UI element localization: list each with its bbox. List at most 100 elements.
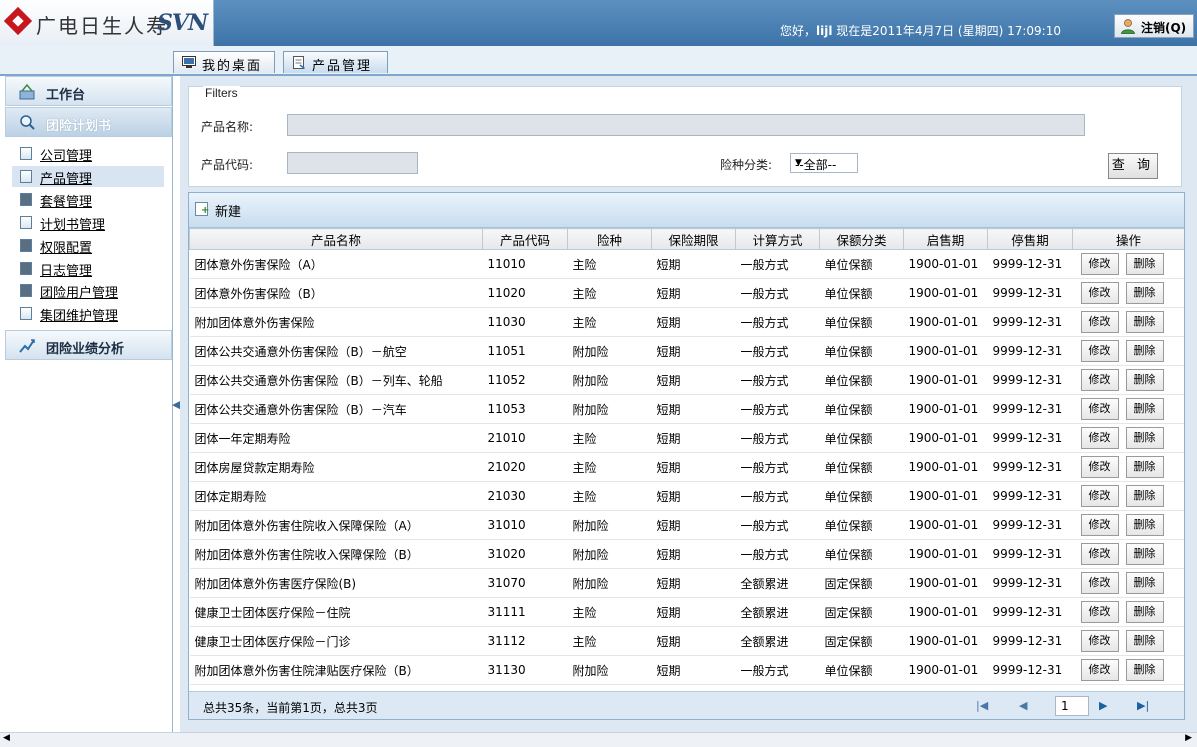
sidebar-section-performance[interactable]: 团险业绩分析: [5, 330, 172, 360]
actions-cell: 修改 删除: [1072, 481, 1184, 511]
edit-button[interactable]: 修改: [1080, 659, 1119, 681]
delete-button[interactable]: 删除: [1125, 601, 1164, 623]
horizontal-scrollbar[interactable]: ◀ ▶: [0, 732, 1197, 747]
actions-cell: 修改 删除: [1072, 336, 1184, 366]
delete-button[interactable]: 删除: [1125, 659, 1164, 681]
table-cell: 1900-01-01: [903, 626, 988, 656]
edit-button[interactable]: 修改: [1080, 543, 1119, 565]
table-cell: 单位保额: [819, 481, 904, 511]
edit-button[interactable]: 修改: [1080, 456, 1119, 478]
last-page-icon[interactable]: ▶|: [1137, 699, 1149, 712]
edit-button[interactable]: 修改: [1080, 601, 1119, 623]
filters-panel: Filters 产品名称: 产品代码: 险种分类: --全部-- ▼ 查 询: [188, 86, 1182, 187]
greeting: 您好，lijl 现在是2011年4月7日 (星期四) 17:09:10: [780, 22, 1061, 39]
table-cell: 1900-01-01: [903, 655, 988, 685]
table-cell: 主险: [567, 481, 652, 511]
table-cell: 单位保额: [819, 394, 904, 424]
edit-button[interactable]: 修改: [1080, 311, 1119, 333]
delete-button[interactable]: 删除: [1125, 398, 1164, 420]
product-name-input[interactable]: [287, 114, 1085, 136]
page-number-input[interactable]: 1: [1055, 696, 1089, 716]
next-page-icon[interactable]: ▶: [1099, 699, 1107, 712]
table-cell: 9999-12-31: [987, 365, 1073, 395]
sidebar-item-group-maintenance[interactable]: 集团维护管理: [12, 303, 164, 324]
sidebar-item-company[interactable]: 公司管理: [12, 143, 164, 164]
edit-button[interactable]: 修改: [1080, 630, 1119, 652]
table-cell: 团体公共交通意外伤害保险（B）－航空: [189, 336, 483, 366]
actions-cell: 修改 删除: [1072, 423, 1184, 453]
delete-button[interactable]: 删除: [1125, 253, 1164, 275]
table-cell: 1900-01-01: [903, 568, 988, 598]
sidebar-item-product[interactable]: 产品管理: [12, 166, 164, 187]
category-select[interactable]: --全部-- ▼: [790, 153, 858, 173]
edit-button[interactable]: 修改: [1080, 398, 1119, 420]
delete-button[interactable]: 删除: [1125, 427, 1164, 449]
table-row: 团体公共交通意外伤害保险（B）－列车、轮船 11052 附加险 短期 一般方式 单位保额 1…: [189, 365, 1184, 395]
edit-button[interactable]: 修改: [1080, 485, 1119, 507]
sidebar-section-workbench[interactable]: 工作台: [5, 76, 172, 106]
delete-button[interactable]: 删除: [1125, 572, 1164, 594]
scroll-left-icon[interactable]: ◀: [3, 733, 10, 743]
table-cell: 一般方式: [735, 336, 820, 366]
table-cell: 单位保额: [819, 452, 904, 482]
table-cell: 固定保额: [819, 597, 904, 627]
sidebar-item-logs[interactable]: 日志管理: [12, 258, 164, 279]
edit-button[interactable]: 修改: [1080, 282, 1119, 304]
table-cell: 一般方式: [735, 365, 820, 395]
edit-button[interactable]: 修改: [1080, 427, 1119, 449]
sidebar-item-permissions[interactable]: 权限配置: [12, 235, 164, 256]
actions-cell: 修改 删除: [1072, 278, 1184, 308]
tab-product-management[interactable]: 产品管理: [283, 51, 388, 74]
chevron-down-icon: ▼: [795, 158, 802, 168]
table-cell: 固定保额: [819, 568, 904, 598]
datetime-text: 现在是2011年4月7日 (星期四) 17:09:10: [832, 24, 1061, 38]
edit-button[interactable]: 修改: [1080, 340, 1119, 362]
sidebar-item-plan-management[interactable]: 计划书管理: [12, 212, 164, 233]
menu-item-label: 产品管理: [40, 172, 93, 187]
delete-button[interactable]: 删除: [1125, 456, 1164, 478]
edit-button[interactable]: 修改: [1080, 253, 1119, 275]
table-cell: 11052: [482, 365, 568, 395]
table-cell: 9999-12-31: [987, 336, 1073, 366]
table-cell: 11051: [482, 336, 568, 366]
table-cell: 附加险: [567, 394, 652, 424]
sidebar-item-group-users[interactable]: 团险用户管理: [12, 280, 164, 301]
edit-button[interactable]: 修改: [1080, 572, 1119, 594]
actions-cell: 修改 删除: [1072, 452, 1184, 482]
collapse-sidebar-icon[interactable]: ◀: [172, 398, 180, 418]
previous-page-icon[interactable]: ◀: [1019, 699, 1027, 712]
table-cell: 短期: [651, 365, 736, 395]
sidebar-section-group-plan[interactable]: 团险计划书: [5, 107, 172, 137]
scroll-right-icon[interactable]: ▶: [1185, 733, 1192, 743]
table-cell: 9999-12-31: [987, 510, 1073, 540]
delete-button[interactable]: 删除: [1125, 485, 1164, 507]
delete-button[interactable]: 删除: [1125, 543, 1164, 565]
table-row: 团体意外伤害保险（B） 11020 主险 短期 一般方式 单位保额 1900-01-01 99…: [189, 278, 1184, 308]
delete-button[interactable]: 删除: [1125, 340, 1164, 362]
document-icon: [20, 147, 32, 160]
table-cell: 1900-01-01: [903, 481, 988, 511]
tab-my-desktop[interactable]: 我的桌面: [173, 51, 275, 74]
menu-item-label: 套餐管理: [40, 195, 93, 210]
delete-button[interactable]: 删除: [1125, 514, 1164, 536]
table-cell: 短期: [651, 394, 736, 424]
table-cell: 主险: [567, 278, 652, 308]
delete-button[interactable]: 删除: [1125, 282, 1164, 304]
delete-button[interactable]: 删除: [1125, 630, 1164, 652]
logout-button[interactable]: 注销(Q): [1114, 14, 1194, 38]
table-cell: 1900-01-01: [903, 452, 988, 482]
delete-button[interactable]: 删除: [1125, 369, 1164, 391]
edit-button[interactable]: 修改: [1080, 369, 1119, 391]
table-cell: 9999-12-31: [987, 278, 1073, 308]
product-code-input[interactable]: [287, 152, 418, 174]
edit-button[interactable]: 修改: [1080, 514, 1119, 536]
sidebar-item-package[interactable]: 套餐管理: [12, 189, 164, 210]
table-row: 附加团体意外伤害住院津贴医疗保险（B） 31130 附加险 短期 一般方式 单位保额 190…: [189, 655, 1184, 685]
delete-button[interactable]: 删除: [1125, 311, 1164, 333]
table-cell: 一般方式: [735, 307, 820, 337]
table-cell: 1900-01-01: [903, 278, 988, 308]
table-cell: 9999-12-31: [987, 539, 1073, 569]
actions-cell: 修改 删除: [1072, 365, 1184, 395]
query-button[interactable]: 查 询: [1108, 153, 1158, 179]
first-page-icon[interactable]: |◀: [976, 699, 988, 712]
